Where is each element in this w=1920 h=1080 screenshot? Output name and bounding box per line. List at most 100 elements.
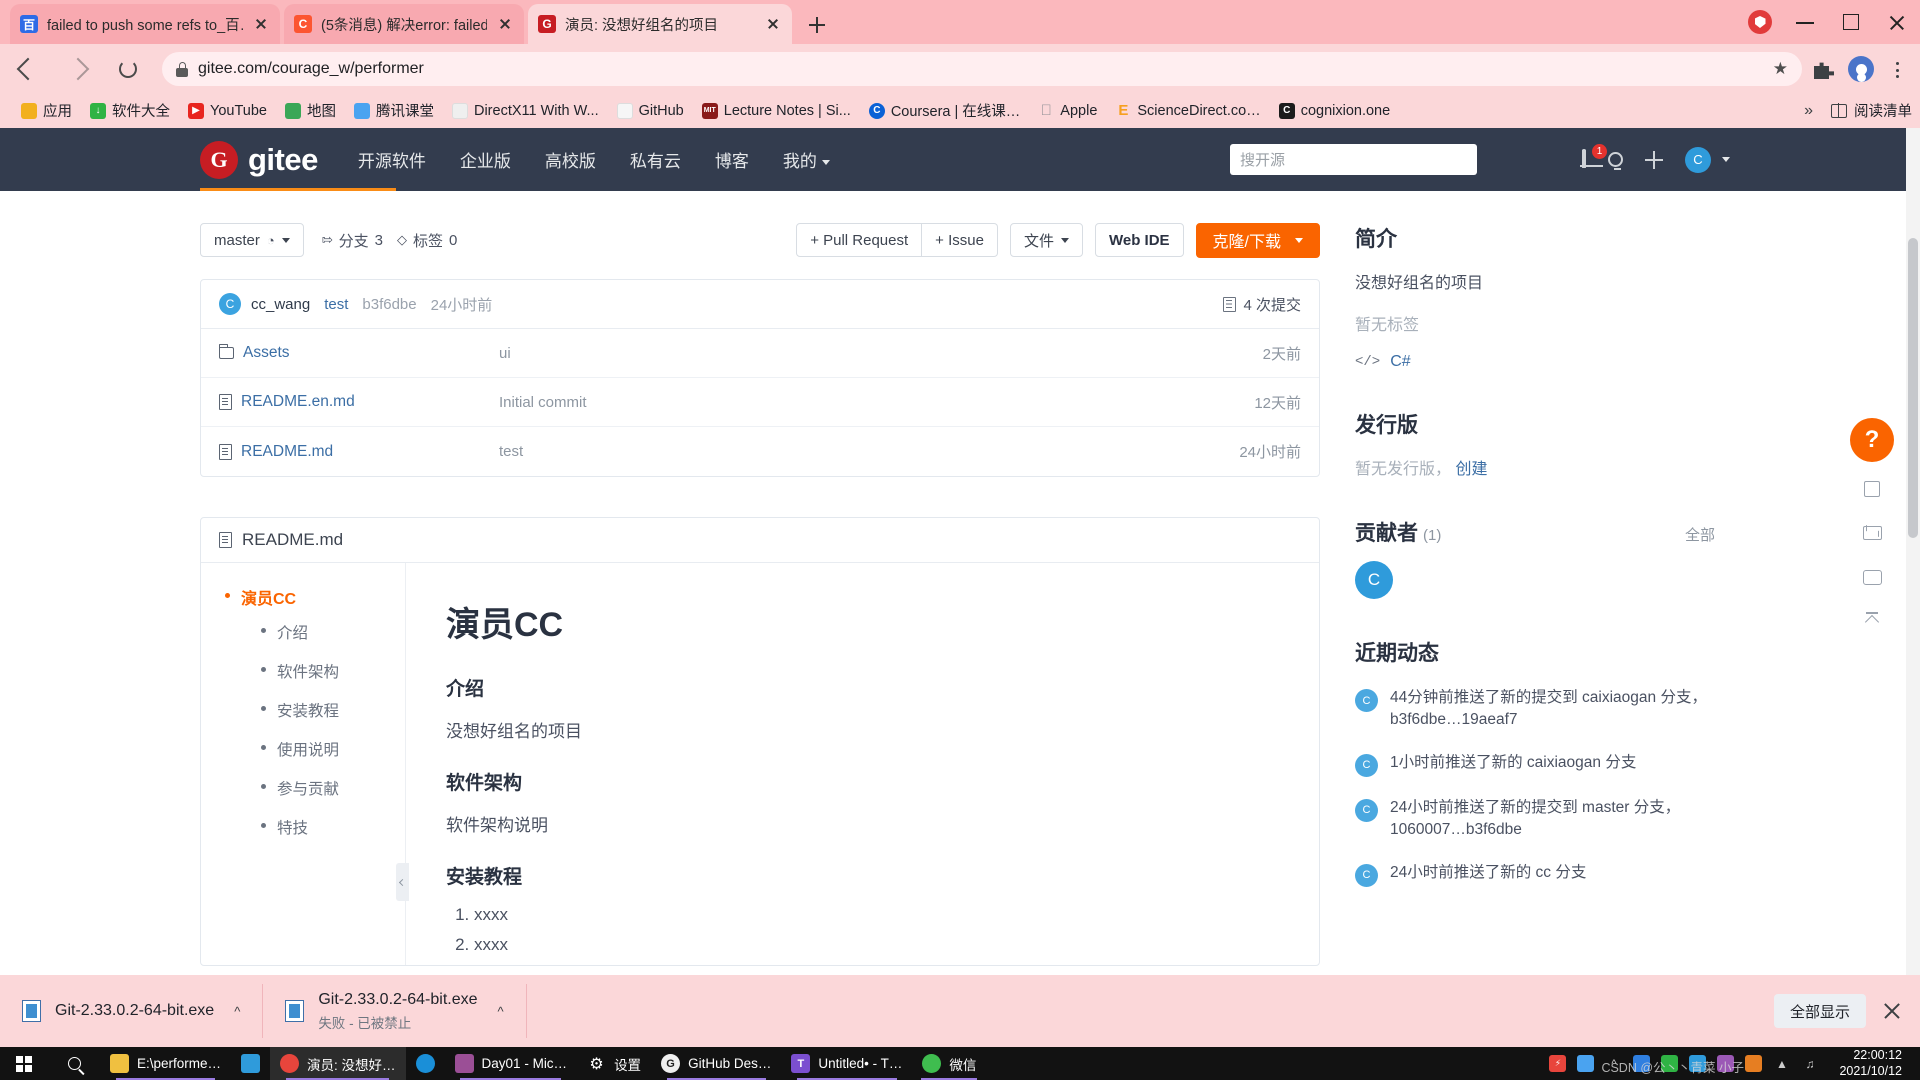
browser-menu-icon[interactable] bbox=[1888, 59, 1908, 81]
table-row[interactable]: README.md test 24小时前 bbox=[201, 427, 1319, 476]
bookmark-software[interactable]: ↓ 软件大全 bbox=[81, 97, 179, 124]
tab-close-icon[interactable] bbox=[252, 15, 270, 33]
tags-link[interactable]: ◇ 标签 0 bbox=[397, 230, 457, 251]
lightbulb-icon[interactable] bbox=[1608, 152, 1623, 170]
bookmark-sciencedirect[interactable]: E ScienceDirect.co… bbox=[1106, 100, 1269, 122]
download-item-2[interactable]: Git-2.33.0.2-64-bit.exe 失败 - 已被禁止 ^ bbox=[263, 975, 525, 1047]
create-release-link[interactable]: 创建 bbox=[1455, 461, 1487, 478]
toc-item-intro[interactable]: 介绍 bbox=[259, 621, 405, 643]
file-name-cell[interactable]: README.md bbox=[219, 443, 499, 461]
maximize-button[interactable] bbox=[1828, 0, 1874, 44]
bookmark-apple[interactable]:  Apple bbox=[1029, 100, 1106, 122]
toc-collapse-handle[interactable] bbox=[396, 863, 409, 901]
bookmarks-overflow-icon[interactable]: » bbox=[1798, 102, 1819, 120]
language-row[interactable]: </> C# bbox=[1355, 353, 1715, 371]
nav-open-source[interactable]: 开源软件 bbox=[358, 147, 426, 172]
close-downloads-bar-icon[interactable] bbox=[1882, 1001, 1902, 1021]
commits-count-link[interactable]: 4 次提交 bbox=[1223, 294, 1301, 315]
show-all-downloads-button[interactable]: 全部显示 bbox=[1773, 994, 1866, 1028]
bookmark-coursera[interactable]: C Coursera | 在线课… bbox=[860, 97, 1029, 124]
help-fab-button[interactable]: ? bbox=[1850, 418, 1894, 462]
close-window-button[interactable] bbox=[1874, 0, 1920, 44]
taskbar-item-wechat[interactable]: 微信 bbox=[912, 1047, 986, 1080]
issue-button[interactable]: + Issue bbox=[922, 223, 998, 257]
chevron-up-icon[interactable]: ^ bbox=[498, 1004, 504, 1019]
taskbar-item-github-desktop[interactable]: G GitHub Des… bbox=[651, 1047, 781, 1080]
nav-education[interactable]: 高校版 bbox=[545, 147, 596, 172]
browser-tab-2[interactable]: C (5条消息) 解决error: failed to pu bbox=[284, 4, 524, 44]
start-button[interactable] bbox=[0, 1047, 48, 1080]
commit-sha[interactable]: b3f6dbe bbox=[362, 296, 416, 313]
nav-mine[interactable]: 我的 bbox=[783, 147, 830, 172]
bookmark-tencent-class[interactable]: 腾讯课堂 bbox=[345, 97, 443, 124]
plus-icon[interactable] bbox=[1645, 150, 1663, 169]
toc-item-architecture[interactable]: 软件架构 bbox=[259, 660, 405, 682]
taskbar-clock[interactable]: 22:00:12 2021/10/12 bbox=[1829, 1048, 1912, 1079]
reading-list-button[interactable]: 阅读清单 bbox=[1831, 100, 1912, 121]
thunder-icon[interactable]: ⚡ bbox=[1549, 1055, 1567, 1072]
table-row[interactable]: README.en.md Initial commit 12天前 bbox=[201, 378, 1319, 427]
toc-item-usage[interactable]: 使用说明 bbox=[259, 738, 405, 760]
toc-item-contribute[interactable]: 参与贡献 bbox=[259, 777, 405, 799]
extensions-icon[interactable] bbox=[1814, 62, 1834, 79]
bookmark-youtube[interactable]: ▶ YouTube bbox=[179, 100, 276, 122]
reload-button[interactable] bbox=[106, 47, 150, 91]
network-icon[interactable]: ▲ bbox=[1773, 1055, 1790, 1072]
mail-icon[interactable] bbox=[1861, 522, 1883, 544]
nav-private-cloud[interactable]: 私有云 bbox=[630, 147, 681, 172]
commit-author[interactable]: cc_wang bbox=[251, 296, 310, 313]
cloud-icon[interactable] bbox=[1577, 1055, 1595, 1072]
file-name-cell[interactable]: Assets bbox=[218, 344, 499, 362]
bookmark-directx11[interactable]: DirectX11 With W... bbox=[443, 100, 608, 122]
page-scrollbar[interactable] bbox=[1906, 128, 1920, 975]
volume-icon[interactable]: ♫ bbox=[1801, 1055, 1818, 1072]
bookmark-lecture-notes[interactable]: MIT Lecture Notes | Si... bbox=[693, 100, 860, 122]
edit-icon[interactable] bbox=[1861, 478, 1883, 500]
pull-request-button[interactable]: + Pull Request bbox=[796, 223, 923, 257]
shield-icon[interactable] bbox=[1748, 10, 1772, 34]
chat-icon[interactable] bbox=[1861, 566, 1883, 588]
file-menu-button[interactable]: 文件 bbox=[1009, 223, 1083, 257]
taskbar-item-explorer[interactable]: E:\performe… bbox=[100, 1047, 231, 1080]
toc-root-item[interactable]: 演员CC 介绍 软件架构 安装教程 使用说明 参与贡献 特技 bbox=[223, 585, 405, 838]
back-button[interactable] bbox=[6, 47, 50, 91]
browser-tab-3-active[interactable]: G 演员: 没想好组名的项目 bbox=[528, 4, 792, 44]
taskbar-item-settings[interactable]: ⚙ 设置 bbox=[577, 1047, 651, 1080]
download-item-1[interactable]: Git-2.33.0.2-64-bit.exe ^ bbox=[0, 975, 262, 1047]
bookmark-github[interactable]: GitHub bbox=[608, 100, 693, 122]
taskbar-item-typora[interactable]: T Untitled• - T… bbox=[781, 1047, 912, 1080]
web-ide-button[interactable]: Web IDE bbox=[1094, 223, 1184, 257]
nav-blog[interactable]: 博客 bbox=[715, 147, 749, 172]
table-row[interactable]: Assets ui 2天前 bbox=[201, 329, 1319, 378]
browser-tab-1[interactable]: 百 failed to push some refs to_百… bbox=[10, 4, 280, 44]
forward-button[interactable] bbox=[56, 47, 100, 91]
taskbar-item-edge[interactable] bbox=[406, 1047, 445, 1080]
scrollbar-thumb[interactable] bbox=[1908, 238, 1918, 538]
tab-close-icon[interactable] bbox=[496, 15, 514, 33]
avatar[interactable]: C bbox=[1355, 561, 1393, 599]
address-bar[interactable]: gitee.com/courage_w/performer ★ bbox=[162, 52, 1802, 86]
minimize-button[interactable] bbox=[1782, 0, 1828, 44]
branches-link[interactable]: ⇰ 分支 3 bbox=[322, 230, 383, 251]
gitee-logo[interactable]: G gitee bbox=[200, 140, 318, 179]
taskbar-search-button[interactable] bbox=[48, 1047, 100, 1080]
bookmark-star-icon[interactable]: ★ bbox=[1773, 59, 1788, 79]
chevron-up-icon[interactable]: ^ bbox=[234, 1004, 240, 1019]
file-name-cell[interactable]: README.en.md bbox=[219, 393, 499, 411]
app3-icon[interactable] bbox=[1745, 1055, 1763, 1072]
scroll-top-icon[interactable] bbox=[1861, 610, 1883, 632]
contributors-all-link[interactable]: 全部 bbox=[1685, 524, 1715, 545]
clone-download-button[interactable]: 克隆/下载 bbox=[1195, 222, 1320, 258]
new-tab-button[interactable] bbox=[802, 10, 832, 40]
gitee-search-box[interactable]: 搜开源 bbox=[1230, 144, 1477, 175]
tab-close-icon[interactable] bbox=[764, 15, 782, 33]
toc-item-install[interactable]: 安装教程 bbox=[259, 699, 405, 721]
bookmark-cognixion[interactable]: Ccognixion.one bbox=[1270, 100, 1400, 122]
taskbar-item-chrome[interactable]: 演员: 没想好… bbox=[270, 1047, 406, 1080]
user-menu[interactable]: C bbox=[1685, 146, 1730, 173]
branch-selector[interactable]: master ◔ bbox=[200, 223, 304, 257]
commit-message[interactable]: test bbox=[324, 296, 348, 313]
toc-item-tricks[interactable]: 特技 bbox=[259, 816, 405, 838]
nav-enterprise[interactable]: 企业版 bbox=[460, 147, 511, 172]
taskbar-item-store[interactable] bbox=[231, 1047, 270, 1080]
